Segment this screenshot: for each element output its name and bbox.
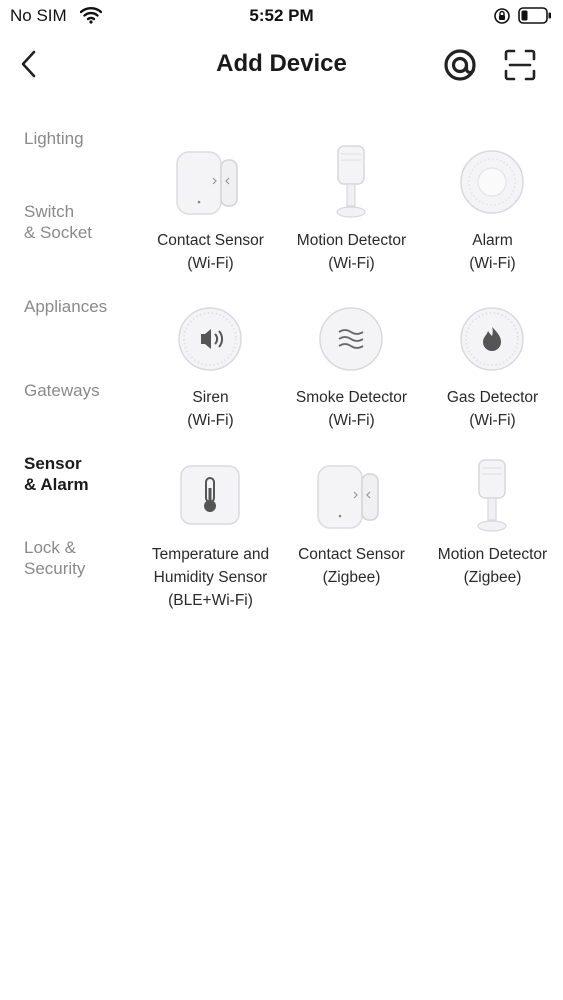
device-name: Siren [192, 389, 229, 406]
at-sign-button[interactable] [442, 47, 478, 83]
sidebar-item-lighting[interactable]: Lighting [24, 128, 139, 149]
device-name: Motion Detector [296, 232, 407, 249]
page-title: Add Device [216, 50, 347, 77]
device-protocol: (Wi-Fi) [328, 412, 375, 429]
contact-sensor-icon [317, 465, 379, 529]
siren-icon [178, 307, 242, 371]
motion-detector-icon [336, 145, 366, 218]
clock: 5:52 PM [249, 6, 314, 25]
sidebar-item-gateways[interactable]: Gateways [24, 380, 139, 401]
device-label: Smoke Detector (Wi-Fi) [281, 386, 422, 432]
device-name: Alarm [472, 232, 513, 249]
battery-icon [518, 7, 551, 24]
device-label: Motion Detector (Wi-Fi) [281, 229, 422, 275]
device-protocol: (Wi-Fi) [187, 255, 234, 272]
device-label: Contact Sensor (Wi-Fi) [140, 229, 281, 275]
device-label: Contact Sensor (Zigbee) [281, 543, 422, 589]
device-protocol: (BLE+Wi-Fi) [168, 592, 253, 609]
scan-icon[interactable] [502, 47, 538, 83]
device-protocol: (Wi-Fi) [469, 412, 516, 429]
device-protocol: (Zigbee) [322, 569, 381, 586]
thermometer-icon [180, 465, 240, 525]
device-name: Temperature and Humidity Sensor [151, 546, 270, 586]
orientation-lock-icon [494, 8, 510, 24]
device-name: Motion Detector [437, 546, 548, 563]
sidebar-item-switch-socket[interactable]: Switch & Socket [24, 201, 139, 243]
gas-detector-icon [460, 307, 524, 371]
nav-header: Add Device [0, 34, 563, 96]
device-label: Siren (Wi-Fi) [140, 386, 281, 432]
device-protocol: (Zigbee) [463, 569, 522, 586]
device-name: Smoke Detector [295, 389, 408, 406]
device-label: Motion Detector (Zigbee) [422, 543, 563, 589]
sidebar-item-sensor-alarm[interactable]: Sensor & Alarm [24, 453, 139, 495]
device-name: Contact Sensor [298, 546, 405, 563]
device-protocol: (Wi-Fi) [469, 255, 516, 272]
contact-sensor-icon [176, 151, 238, 215]
device-protocol: (Wi-Fi) [187, 412, 234, 429]
device-label: Gas Detector (Wi-Fi) [422, 386, 563, 432]
back-button[interactable] [14, 46, 46, 82]
sidebar-item-appliances[interactable]: Appliances [24, 296, 139, 317]
device-label: Temperature and Humidity Sensor (BLE+Wi-… [140, 543, 281, 612]
device-name: Gas Detector [446, 389, 539, 406]
status-bar: No SIM 5:52 PM [0, 0, 563, 34]
alarm-icon [460, 150, 524, 214]
device-name: Contact Sensor [157, 232, 264, 249]
smoke-detector-icon [319, 307, 383, 371]
device-protocol: (Wi-Fi) [328, 255, 375, 272]
device-label: Alarm (Wi-Fi) [422, 229, 563, 275]
sidebar-item-lock-security[interactable]: Lock & Security [24, 537, 139, 579]
motion-detector-icon [477, 459, 507, 532]
